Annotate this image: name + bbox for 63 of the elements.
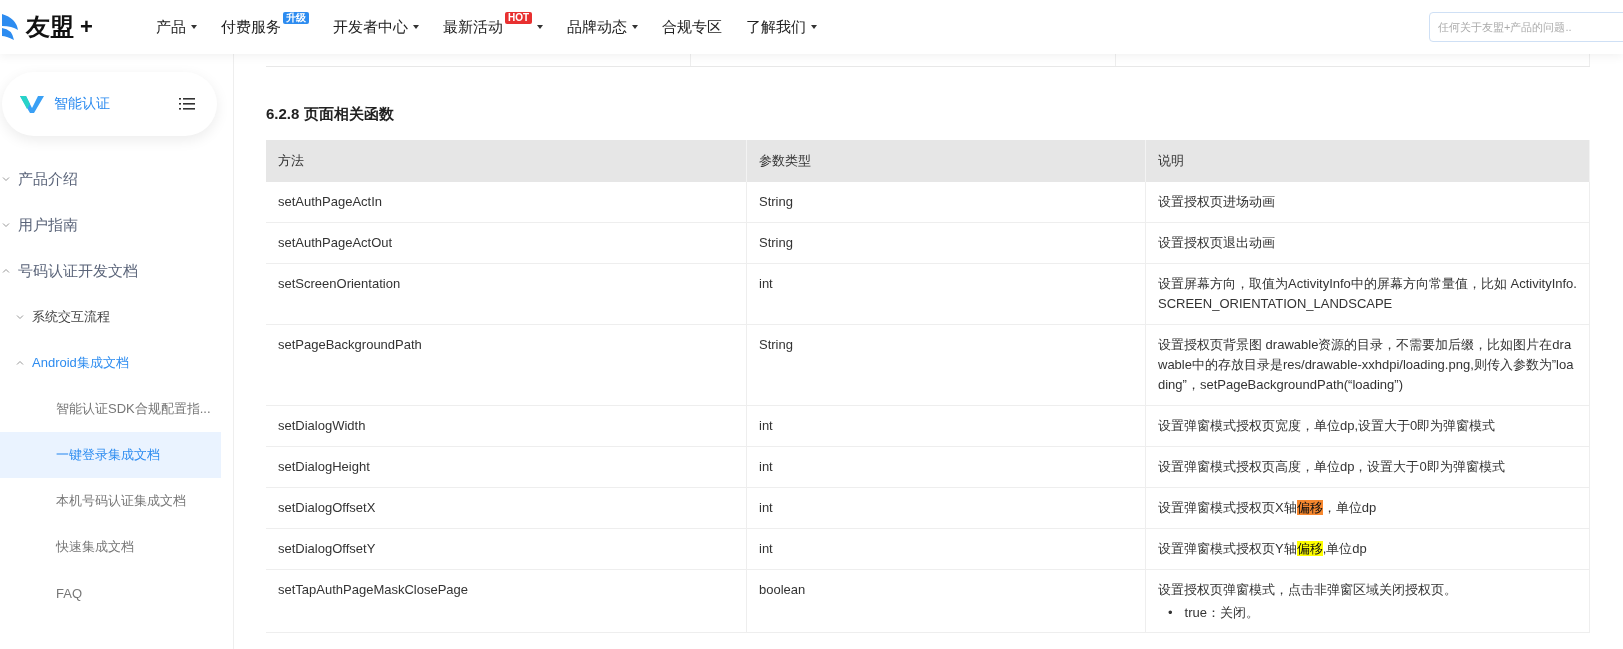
type-cell: int <box>747 406 1146 447</box>
description-text: 设置弹窗模式授权页高度，单位dp，设置大于0即为弹窗模式 <box>1158 458 1506 476</box>
description-text: 设置授权页退出动画 <box>1158 234 1276 252</box>
product-title: 智能认证 <box>54 95 111 113</box>
bullet-marker: • <box>1168 604 1173 622</box>
bird-logo-icon <box>2 12 20 42</box>
chevron-icon <box>2 175 10 183</box>
sidebar-item[interactable]: 智能认证SDK合规配置指... <box>0 386 221 432</box>
chevron-icon <box>16 313 24 321</box>
sidebar-item[interactable]: 用户指南 <box>0 202 221 248</box>
method-cell: setScreenOrientation <box>266 264 747 325</box>
nav-link[interactable]: 产品 <box>144 12 209 42</box>
description-text: 设置屏幕方向，取值为ActivityInfo中的屏幕方向常量值，比如 ActivityInfo.SCREEN_ORIENTATION_LANDSCAPE <box>1158 275 1577 313</box>
nav-link[interactable]: 了解我们 <box>734 12 830 42</box>
sidebar-item[interactable]: Android集成文档 <box>0 340 221 386</box>
chevron-icon <box>16 359 24 367</box>
menu-icon[interactable] <box>179 98 195 110</box>
description-text: 设置弹窗模式授权页X轴偏移，单位dp <box>1158 499 1378 517</box>
sidebar-item[interactable]: 快速集成文档 <box>0 524 221 570</box>
logo-plus: + <box>80 14 93 40</box>
type-cell: int <box>747 447 1146 488</box>
method-cell: setPageBackgroundPath <box>266 325 747 406</box>
nav-link[interactable]: 最新活动 HOT <box>431 12 556 42</box>
column-header: 参数类型 <box>747 140 1146 182</box>
description-text: 设置授权页背景图 drawable资源的目录，不需要加后缀，比如图片在drawable中的存放目录是res/drawable-xxhdpi/loading.png,则传入参数为”loading”，setPageBackgroundPath(“loading”) <box>1158 336 1575 394</box>
type-cell: String <box>747 223 1146 264</box>
method-cell: setDialogWidth <box>266 406 747 447</box>
nav-badge: HOT <box>505 12 533 24</box>
type-cell: int <box>747 488 1146 529</box>
section-heading: 6.2.8 页面相关函数 <box>266 105 395 124</box>
chevron-icon <box>2 221 10 229</box>
column-header: 方法 <box>266 140 747 182</box>
column-header: 说明 <box>1146 140 1590 182</box>
nav-link[interactable]: 品牌动态 <box>555 12 651 42</box>
sidebar-item[interactable]: 号码认证开发文档 <box>0 248 221 294</box>
type-cell: int <box>747 529 1146 570</box>
type-cell: int <box>747 264 1146 325</box>
description-text: 设置弹窗模式授权页宽度，单位dp,设置大于0即为弹窗模式 <box>1158 417 1497 435</box>
method-cell: setDialogOffsetY <box>266 529 747 570</box>
nav-badge: 升级 <box>283 12 309 24</box>
search-field[interactable]: 任何关于友盟+产品的问题.. <box>1429 12 1623 42</box>
chevron-icon <box>2 267 10 275</box>
sidebar-item[interactable]: FAQ <box>0 570 221 616</box>
logo-text: 友盟 <box>26 12 74 42</box>
v-logo-icon <box>20 94 44 114</box>
type-cell: String <box>747 325 1146 406</box>
method-cell: setDialogOffsetX <box>266 488 747 529</box>
sidebar-item[interactable]: 系统交互流程 <box>0 294 221 340</box>
nav-link[interactable]: 合规专区 <box>650 12 735 42</box>
method-cell: setAuthPageActOut <box>266 223 747 264</box>
bullet-text: true：关闭。 <box>1184 604 1259 622</box>
description-text: 设置授权页进场动画 <box>1158 193 1276 211</box>
method-cell: setDialogHeight <box>266 447 747 488</box>
type-cell: String <box>747 182 1146 223</box>
method-cell: setTapAuthPageMaskClosePage <box>266 570 747 633</box>
sidebar-item[interactable]: 产品介绍 <box>0 156 221 202</box>
method-cell: setAuthPageActIn <box>266 182 747 223</box>
sidebar-item[interactable]: 本机号码认证集成文档 <box>0 478 221 524</box>
nav-link[interactable]: 付费服务 升级 <box>209 12 321 42</box>
type-cell: boolean <box>747 570 1146 633</box>
nav-link[interactable]: 开发者中心 <box>321 12 431 42</box>
description-text: 设置弹窗模式授权页Y轴偏移,单位dp <box>1158 540 1368 558</box>
description-text: 设置授权页弹窗模式，点击非弹窗区域关闭授权页。 <box>1158 581 1458 599</box>
